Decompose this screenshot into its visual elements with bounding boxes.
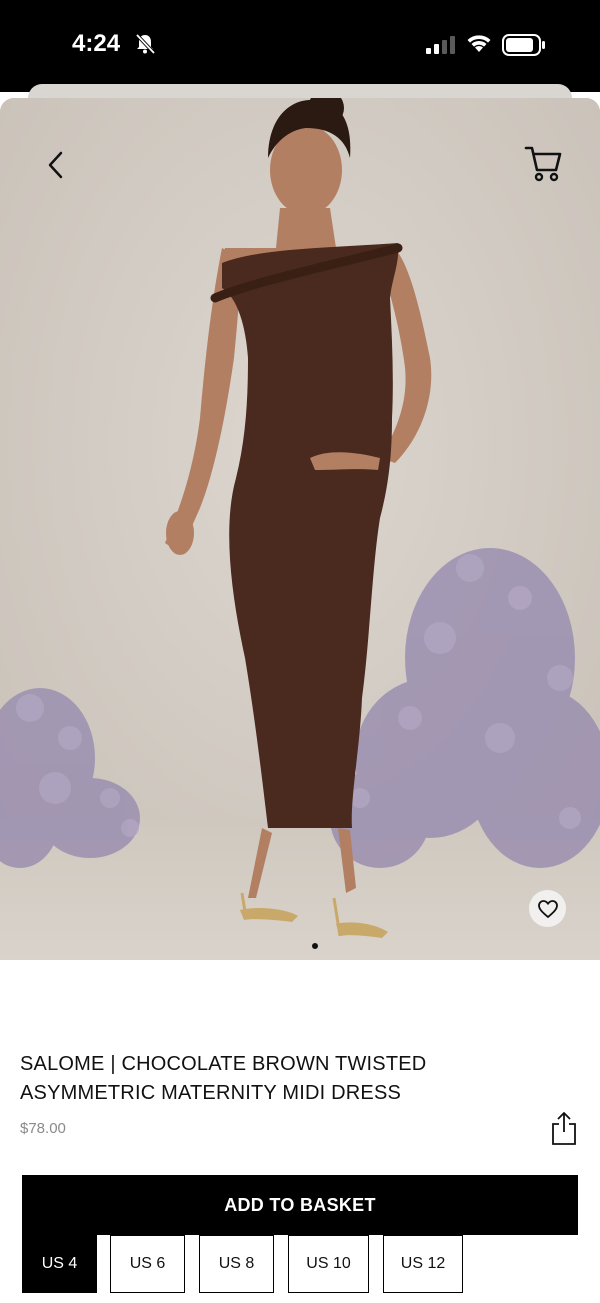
wifi-icon: [467, 35, 491, 52]
signal-icon: [426, 36, 455, 54]
bell-slash-icon: [135, 33, 156, 55]
battery-icon: [502, 34, 545, 56]
back-button[interactable]: [38, 148, 72, 182]
share-icon: [552, 1112, 576, 1145]
size-option-us-4[interactable]: US 4: [22, 1235, 97, 1293]
product-image-carousel[interactable]: [0, 98, 600, 960]
cart-icon: [524, 146, 562, 182]
share-button[interactable]: [550, 1110, 578, 1146]
wishlist-button[interactable]: [529, 890, 566, 927]
size-option-us-12[interactable]: US 12: [383, 1235, 463, 1293]
cart-button[interactable]: [522, 144, 564, 184]
status-time: 4:24: [72, 30, 121, 57]
size-option-us-8[interactable]: US 8: [199, 1235, 274, 1293]
size-option-us-6[interactable]: US 6: [110, 1235, 185, 1293]
product-title: SALOME | CHOCOLATE BROWN TWISTED ASYMMET…: [20, 1053, 427, 1104]
add-to-basket-button[interactable]: ADD TO BASKET: [22, 1175, 578, 1235]
status-bar: 4:24: [0, 0, 600, 92]
chevron-left-icon: [48, 151, 63, 179]
carousel-dot-active[interactable]: [312, 943, 318, 949]
product-photo: [0, 98, 600, 960]
heart-icon: [537, 899, 558, 918]
product-price: $78.00: [20, 1120, 66, 1137]
size-option-us-10[interactable]: US 10: [288, 1235, 369, 1293]
